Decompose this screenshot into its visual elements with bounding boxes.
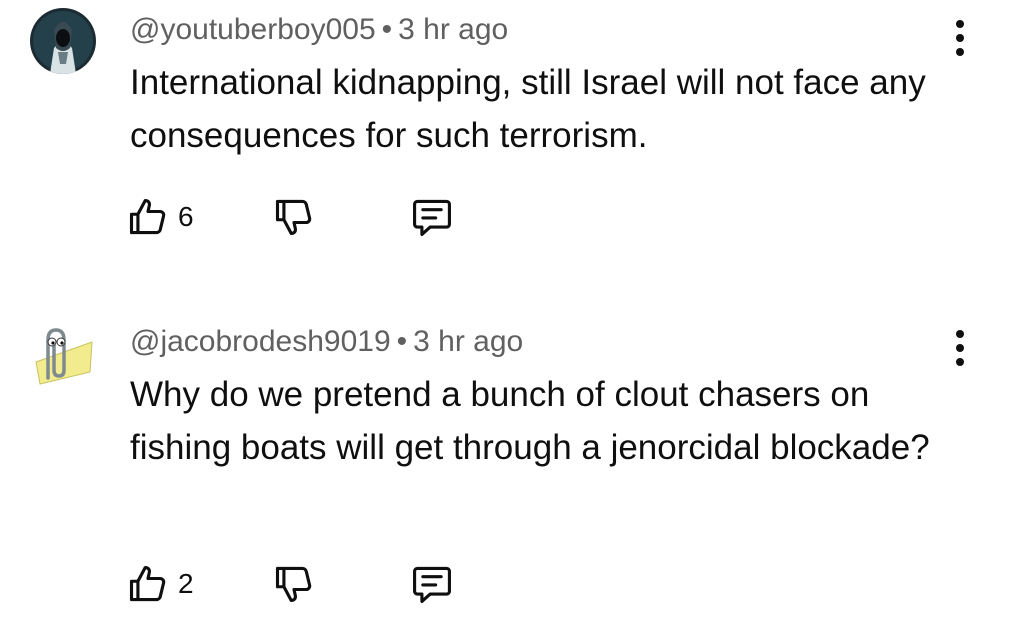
dislike-button[interactable] (272, 562, 316, 606)
author-handle[interactable]: @jacobrodesh9019 (130, 325, 391, 358)
comment-meta: @youtuberboy005 • 3 hr ago (130, 10, 508, 50)
comment-actions: 2 (126, 562, 486, 612)
comment-icon (413, 199, 451, 236)
comment-text: International kidnapping, still Israel w… (130, 63, 926, 155)
more-vertical-icon[interactable] (944, 14, 976, 62)
thumbs-up-icon (129, 198, 166, 235)
like-count: 2 (178, 568, 194, 599)
thumbs-down-icon (275, 566, 312, 603)
avatar[interactable] (28, 324, 98, 390)
like-button[interactable]: 6 (126, 195, 194, 239)
thumbs-down-icon (275, 199, 312, 236)
author-handle[interactable]: @youtuberboy005 (130, 13, 376, 46)
meta-separator: • (396, 325, 408, 358)
like-button[interactable]: 2 (126, 562, 194, 606)
comment: @youtuberboy005 • 3 hr ago International k… (0, 0, 1024, 290)
meta-separator: • (381, 13, 393, 46)
hooded-figure-avatar (30, 8, 96, 74)
comment-actions: 6 (126, 195, 486, 245)
like-count: 6 (178, 201, 194, 232)
comment-time[interactable]: 3 hr ago (413, 325, 523, 358)
comment-meta: @jacobrodesh9019 • 3 hr ago (130, 322, 523, 362)
reply-button[interactable] (410, 195, 454, 239)
comment-icon (413, 566, 451, 603)
more-vertical-icon[interactable] (944, 324, 976, 372)
dislike-button[interactable] (272, 195, 316, 239)
paperclip-avatar (35, 328, 93, 385)
comment: @jacobrodesh9019 • 3 hr ago Why do we pret… (0, 310, 1024, 641)
thumbs-up-icon (129, 565, 166, 602)
avatar[interactable] (30, 8, 96, 74)
reply-button[interactable] (410, 562, 454, 606)
comment-text: Why do we pretend a bunch of clout chase… (130, 375, 930, 467)
comment-time[interactable]: 3 hr ago (398, 13, 508, 46)
